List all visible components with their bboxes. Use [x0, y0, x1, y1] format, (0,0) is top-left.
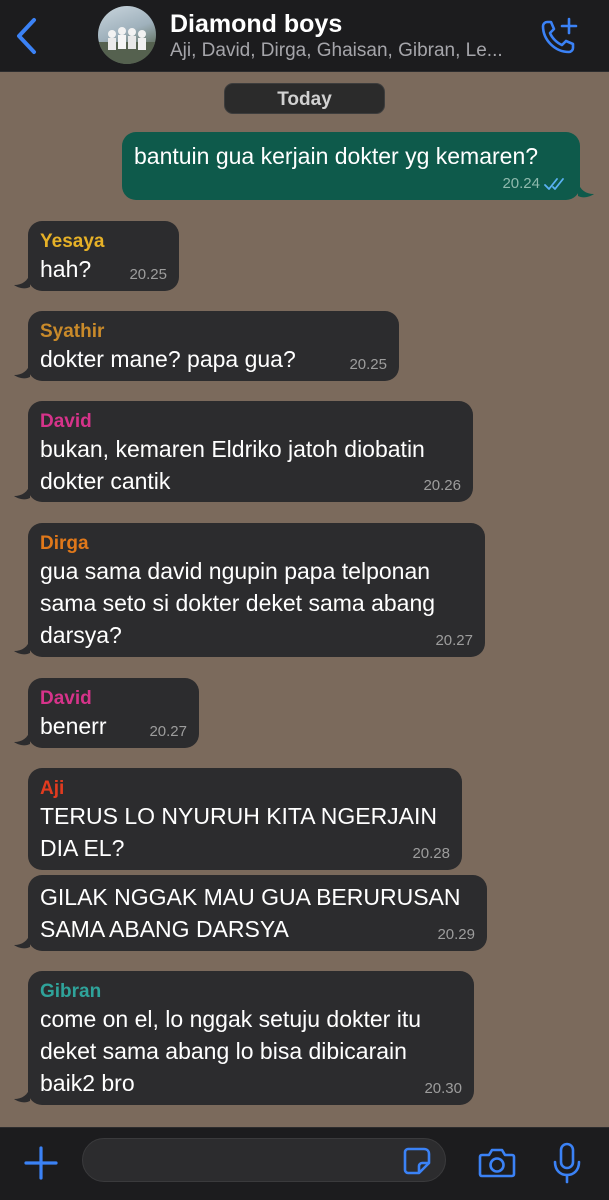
sender-name[interactable]: Syathir: [40, 319, 387, 345]
camera-icon: [478, 1148, 516, 1178]
message-text: TERUS LO NYURUH KITA NGERJAIN DIA EL?: [40, 803, 438, 861]
bubble-tail: [578, 182, 594, 198]
sticker-icon: [403, 1147, 431, 1175]
read-receipt-icon: [544, 178, 564, 190]
message-bubble-incoming[interactable]: Syathir dokter mane? papa gua? 20.25: [28, 311, 399, 381]
sender-name[interactable]: David: [40, 686, 187, 712]
add-call-icon: [541, 17, 578, 54]
message-text: bukan, kemaren Eldriko jatoh diobatin do…: [40, 436, 425, 494]
chat-header: Diamond boys Aji, David, Dirga, Ghaisan,…: [0, 0, 609, 72]
sender-name[interactable]: Aji: [40, 776, 450, 802]
message-time: 20.30: [424, 1080, 462, 1097]
message-time: 20.26: [423, 477, 461, 494]
group-members[interactable]: Aji, David, Dirga, Ghaisan, Gibran, Le..…: [170, 40, 503, 62]
back-button[interactable]: [8, 14, 44, 58]
sender-name[interactable]: Yesaya: [40, 229, 167, 255]
message-text: bantuin gua kerjain dokter yg kemaren?: [134, 143, 539, 169]
bubble-tail: [14, 363, 30, 379]
message-bubble-outgoing[interactable]: bantuin gua kerjain dokter yg kemaren? 2…: [122, 132, 580, 200]
message-bubble-incoming[interactable]: David bukan, kemaren Eldriko jatoh dioba…: [28, 401, 473, 502]
message-time: 20.27: [149, 723, 187, 740]
message-time: 20.27: [435, 632, 473, 649]
bubble-tail: [14, 273, 30, 289]
sticker-button[interactable]: [402, 1146, 432, 1176]
message-time: 20.25: [129, 266, 167, 283]
date-divider: Today: [224, 83, 385, 114]
camera-button[interactable]: [476, 1142, 518, 1184]
message-input[interactable]: [82, 1138, 446, 1182]
message-time: 20.25: [349, 356, 387, 373]
message-bubble-incoming[interactable]: David benerr 20.27: [28, 678, 199, 748]
message-time: 20.29: [437, 926, 475, 943]
message-bubble-incoming[interactable]: Dirga gua sama david ngupin papa telpona…: [28, 523, 485, 657]
bubble-tail: [14, 639, 30, 655]
group-avatar[interactable]: [98, 6, 156, 64]
bubble-tail: [14, 1087, 30, 1103]
message-bubble-incoming[interactable]: Yesaya hah? 20.25: [28, 221, 179, 291]
plus-icon: [24, 1146, 58, 1180]
voice-message-button[interactable]: [548, 1140, 586, 1186]
microphone-icon: [553, 1142, 581, 1184]
group-photo: [98, 27, 156, 64]
message-bubble-incoming[interactable]: GILAK NGGAK MAU GUA BERURUSAN SAMA ABANG…: [28, 875, 487, 951]
sender-name[interactable]: David: [40, 409, 461, 435]
sender-name[interactable]: Gibran: [40, 979, 462, 1005]
message-time: 20.28: [412, 845, 450, 862]
message-time: 20.24: [502, 175, 540, 192]
bubble-tail: [14, 484, 30, 500]
bubble-tail: [14, 730, 30, 746]
message-text: gua sama david ngupin papa telponan sama…: [40, 558, 436, 648]
group-title[interactable]: Diamond boys: [170, 10, 342, 39]
attach-button[interactable]: [20, 1142, 62, 1184]
message-composer: [0, 1127, 609, 1200]
message-text: dokter mane? papa gua?: [40, 346, 296, 372]
message-text: GILAK NGGAK MAU GUA BERURUSAN SAMA ABANG…: [40, 884, 461, 942]
message-bubble-incoming[interactable]: Gibran come on el, lo nggak setuju dokte…: [28, 971, 474, 1105]
message-bubble-incoming[interactable]: Aji TERUS LO NYURUH KITA NGERJAIN DIA EL…: [28, 768, 462, 870]
sender-name[interactable]: Dirga: [40, 531, 473, 557]
message-text: come on el, lo nggak setuju dokter itu d…: [40, 1006, 422, 1096]
add-call-button[interactable]: [537, 14, 581, 58]
bubble-tail: [14, 933, 30, 949]
chevron-left-icon: [17, 18, 36, 54]
